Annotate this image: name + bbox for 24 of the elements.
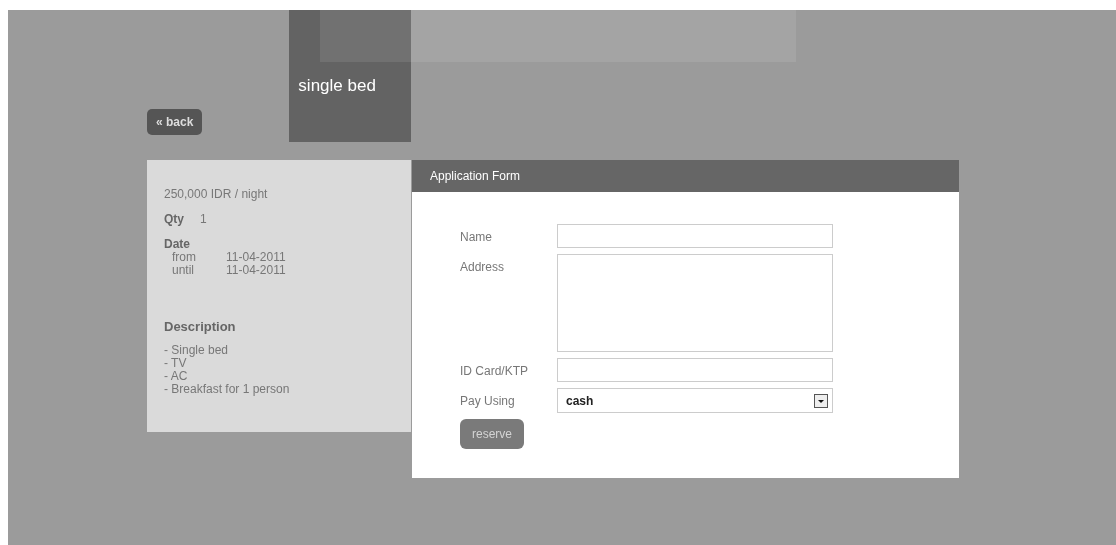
text-field[interactable] bbox=[557, 224, 833, 248]
address-field[interactable] bbox=[557, 254, 833, 352]
text-field[interactable] bbox=[557, 358, 833, 382]
room-title: single bed bbox=[298, 76, 376, 95]
description-item: - TV bbox=[164, 357, 187, 370]
price-text: 250,000 IDR / night bbox=[164, 187, 269, 201]
form-title: Application Form bbox=[430, 169, 521, 183]
description-item: - Breakfast for 1 person bbox=[164, 383, 291, 396]
field-label: Name bbox=[460, 229, 493, 244]
date-label: from bbox=[172, 251, 197, 264]
description-item: - AC bbox=[164, 370, 189, 383]
date-value: 11-04-2011 bbox=[226, 264, 287, 277]
qty-label: Qty bbox=[164, 212, 184, 226]
description-item: - Single bed bbox=[164, 344, 230, 357]
date-label: until bbox=[172, 264, 195, 277]
field-label: Address bbox=[460, 259, 506, 274]
description-heading: Description bbox=[164, 319, 237, 334]
qty-value: 1 bbox=[200, 212, 207, 226]
date-label: Date bbox=[164, 237, 191, 251]
field-label: Pay Using bbox=[460, 393, 516, 408]
date-value: 11-04-2011 bbox=[226, 251, 287, 264]
pay-dropdown[interactable]: cash bbox=[557, 388, 833, 413]
back-button[interactable]: « back bbox=[147, 109, 203, 135]
field-label: ID Card/KTP bbox=[460, 363, 529, 378]
